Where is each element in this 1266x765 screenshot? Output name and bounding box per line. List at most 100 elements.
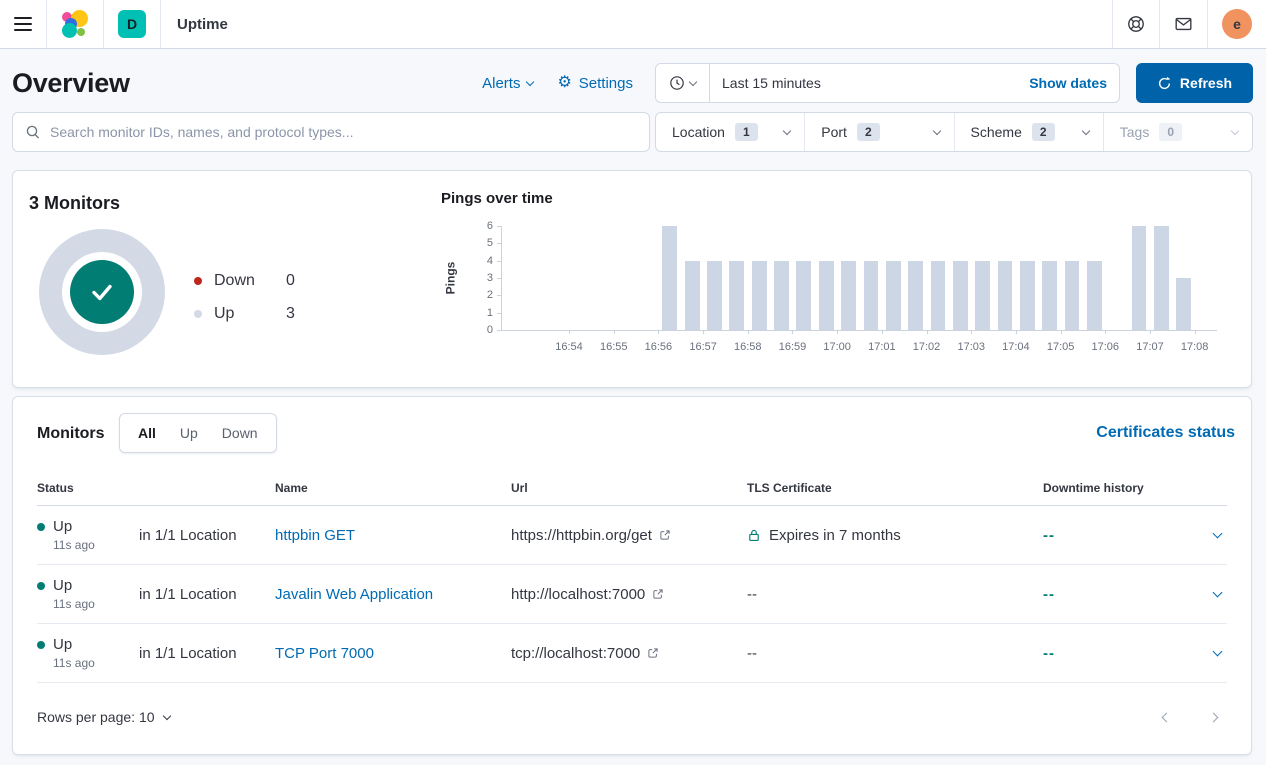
filter-tags[interactable]: Tags 0 — [1104, 113, 1252, 151]
donut-legend: Down 0 Up 3 — [194, 269, 295, 335]
monitors-title: Monitors — [37, 425, 105, 443]
monitor-name-link[interactable]: Javalin Web Application — [275, 586, 511, 603]
time-range-value[interactable]: Last 15 minutes — [710, 75, 821, 91]
filter-label: Scheme — [971, 124, 1022, 140]
x-axis-tick-label: 16:56 — [645, 341, 673, 353]
x-axis-tick-label: 16:58 — [734, 341, 762, 353]
elastic-home-button[interactable] — [47, 0, 103, 48]
check-icon — [85, 275, 119, 309]
pings-bar — [796, 261, 811, 330]
rows-per-page-button[interactable]: Rows per page: 10 — [37, 709, 170, 725]
space-selector[interactable]: D — [104, 0, 160, 48]
tab-up[interactable]: Up — [168, 425, 210, 441]
tab-all[interactable]: All — [126, 425, 168, 441]
filter-label: Tags — [1120, 124, 1150, 140]
external-link-icon — [652, 588, 664, 600]
chevron-down-icon — [1213, 647, 1223, 657]
expand-row-button[interactable] — [1191, 651, 1227, 655]
legend-label: Up — [214, 305, 286, 323]
monitor-url-link[interactable]: http://localhost:7000 — [511, 586, 645, 603]
up-dot-icon — [194, 310, 202, 318]
page-title: Overview — [12, 68, 130, 99]
y-axis-tick-label: 3 — [487, 272, 493, 284]
down-dot-icon — [194, 277, 202, 285]
user-menu-button[interactable]: e — [1208, 0, 1266, 48]
y-axis-tick-label: 4 — [487, 255, 493, 267]
status-cell: Up 11s ago — [37, 577, 139, 611]
tls-expiry-text: -- — [747, 586, 757, 603]
gear-icon: ⚙ — [557, 75, 571, 91]
url-cell: https://httpbin.org/get — [511, 527, 747, 544]
super-date-picker: Last 15 minutes Show dates — [655, 63, 1120, 103]
elastic-logo-icon — [61, 10, 89, 38]
pings-bar — [662, 226, 677, 330]
chevron-down-icon — [783, 126, 791, 134]
pings-bar — [819, 261, 834, 330]
filter-label: Location — [672, 124, 725, 140]
legend-item-up: Up 3 — [194, 302, 295, 326]
monitor-url-link[interactable]: tcp://localhost:7000 — [511, 645, 640, 662]
help-button[interactable] — [1113, 0, 1159, 48]
filter-count-badge: 1 — [735, 123, 758, 141]
chevron-down-icon — [162, 711, 170, 719]
pings-bar — [685, 261, 700, 330]
pings-bar — [975, 261, 990, 330]
table-header: Status Name Url TLS Certificate Downtime… — [37, 473, 1227, 506]
status-filter-tabs: All Up Down — [119, 413, 277, 453]
next-page-button[interactable] — [1209, 712, 1219, 722]
menu-button[interactable] — [0, 0, 46, 48]
monitor-name-link[interactable]: httpbin GET — [275, 527, 511, 544]
refresh-icon — [1157, 76, 1172, 91]
menu-icon — [14, 17, 32, 31]
previous-page-button[interactable] — [1162, 712, 1172, 722]
chevron-down-icon — [1213, 529, 1223, 539]
refresh-button[interactable]: Refresh — [1136, 63, 1253, 103]
monitor-search[interactable] — [12, 112, 650, 152]
filter-group: Location 1 Port 2 Scheme 2 Tags 0 — [655, 112, 1253, 152]
location-cell: in 1/1 Location — [139, 645, 275, 662]
x-axis-tick-label: 16:59 — [779, 341, 807, 353]
lock-icon — [747, 528, 761, 543]
filter-location[interactable]: Location 1 — [656, 113, 805, 151]
filter-port[interactable]: Port 2 — [805, 113, 954, 151]
legend-item-down: Down 0 — [194, 269, 295, 293]
pings-bar — [908, 261, 923, 330]
pings-bar — [864, 261, 879, 330]
settings-label: Settings — [579, 75, 633, 92]
alerts-menu-button[interactable]: Alerts — [470, 75, 545, 92]
search-input[interactable] — [50, 124, 637, 140]
show-dates-button[interactable]: Show dates — [1029, 75, 1119, 91]
top-app-bar: D Uptime e — [0, 0, 1266, 49]
quick-select-button[interactable] — [656, 64, 710, 102]
col-url: Url — [511, 481, 747, 495]
pings-bar — [774, 261, 789, 330]
pings-bar — [931, 261, 946, 330]
expand-row-button[interactable] — [1191, 592, 1227, 596]
filter-count-badge: 0 — [1159, 123, 1182, 141]
settings-button[interactable]: ⚙ Settings — [545, 75, 645, 92]
status-label: Up — [53, 636, 72, 653]
pings-bar — [1065, 261, 1080, 330]
monitor-url-link[interactable]: https://httpbin.org/get — [511, 527, 652, 544]
certificates-status-link[interactable]: Certificates status — [1096, 424, 1235, 442]
pings-bar — [1087, 261, 1102, 330]
rows-per-page-label: Rows per page: 10 — [37, 709, 155, 725]
tab-down[interactable]: Down — [210, 425, 270, 441]
monitor-name-link[interactable]: TCP Port 7000 — [275, 645, 511, 662]
user-avatar: e — [1222, 9, 1252, 39]
page-toolbar: Overview Alerts ⚙ Settings Last 15 minut… — [12, 62, 1253, 104]
chevron-down-icon — [1213, 588, 1223, 598]
status-label: Up — [53, 518, 72, 535]
pings-bar — [1042, 261, 1057, 330]
filter-scheme[interactable]: Scheme 2 — [955, 113, 1104, 151]
envelope-icon — [1174, 15, 1193, 33]
last-check-time: 11s ago — [37, 656, 139, 670]
monitors-card: Monitors All Up Down Certificates status… — [12, 396, 1252, 755]
expand-row-button[interactable] — [1191, 533, 1227, 537]
last-check-time: 11s ago — [37, 538, 139, 552]
newsfeed-button[interactable] — [1160, 0, 1207, 48]
status-cell: Up 11s ago — [37, 636, 139, 670]
tls-expiry-text: -- — [747, 645, 757, 662]
search-icon — [25, 124, 41, 140]
downtime-cell: -- — [1043, 645, 1191, 662]
